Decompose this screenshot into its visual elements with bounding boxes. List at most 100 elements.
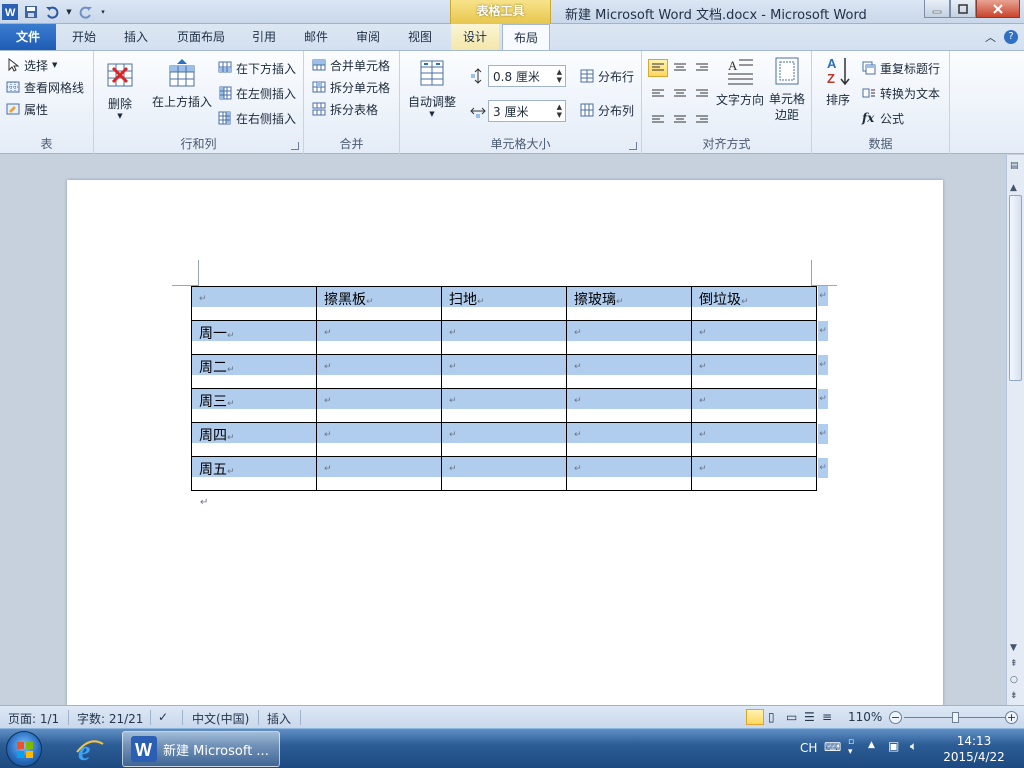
column-width-input[interactable]: 3 厘米 ▲ ▼: [488, 100, 566, 122]
network-icon[interactable]: ▣: [888, 739, 899, 753]
align-middle-left-icon[interactable]: [648, 84, 668, 102]
taskbar-word-button[interactable]: W 新建 Microsoft ...: [122, 731, 280, 767]
redo-icon[interactable]: [78, 4, 94, 20]
show-hidden-icons-icon[interactable]: ▲: [868, 740, 875, 750]
insert-mode-status[interactable]: 插入: [267, 710, 291, 727]
table-cell[interactable]: ↵: [316, 422, 442, 457]
start-button[interactable]: [6, 731, 42, 767]
table-cell[interactable]: ↵: [691, 354, 817, 389]
table-cell[interactable]: 周一↵: [191, 320, 317, 355]
align-top-right-icon[interactable]: [692, 59, 712, 77]
table-cell[interactable]: 倒垃圾↵: [691, 286, 817, 321]
align-bottom-center-icon[interactable]: [670, 109, 690, 127]
align-top-center-icon[interactable]: [670, 59, 690, 77]
table-cell[interactable]: 周三↵: [191, 388, 317, 423]
table-cell[interactable]: ↵: [316, 320, 442, 355]
minimize-ribbon-icon[interactable]: ︿: [985, 29, 996, 45]
word-app-icon[interactable]: W: [2, 4, 18, 20]
customize-qat-icon[interactable]: ▾: [99, 4, 107, 20]
next-page-icon[interactable]: ⇟: [1010, 691, 1018, 701]
minimize-button[interactable]: [924, 0, 950, 18]
save-icon[interactable]: [23, 4, 39, 20]
maximize-button[interactable]: [950, 0, 976, 18]
table-cell[interactable]: ↵: [566, 456, 692, 491]
table-cell[interactable]: 擦玻璃↵: [566, 286, 692, 321]
page-count[interactable]: 页面: 1/1: [8, 710, 59, 727]
table-cell[interactable]: ↵: [441, 388, 567, 423]
select-button[interactable]: 选择 ▼: [6, 55, 57, 75]
table-cell[interactable]: ↵: [316, 354, 442, 389]
table-cell[interactable]: ↵: [316, 388, 442, 423]
scroll-thumb[interactable]: [1009, 195, 1022, 381]
view-gridlines-button[interactable]: 查看网格线: [6, 77, 84, 97]
insert-left-button[interactable]: 在左侧插入: [218, 83, 296, 103]
language-status[interactable]: 中文(中国): [192, 710, 249, 727]
document-page[interactable]: ↵ 擦黑板↵ 扫地↵ 擦玻璃↵ 倒垃圾↵ 周一↵ ↵ ↵ ↵ ↵ 周二↵ ↵ ↵…: [67, 180, 943, 720]
close-button[interactable]: [976, 0, 1020, 18]
table-cell[interactable]: ↵: [566, 388, 692, 423]
distribute-columns-button[interactable]: 分布列: [580, 100, 634, 120]
table-cell[interactable]: ↵: [441, 320, 567, 355]
zoom-out-icon[interactable]: −: [889, 711, 902, 724]
internet-explorer-icon[interactable]: e: [70, 731, 110, 767]
table-cell[interactable]: ↵: [566, 354, 692, 389]
scroll-down-arrow-icon[interactable]: ▼: [1010, 643, 1017, 653]
undo-dropdown-icon[interactable]: ▼: [65, 4, 73, 20]
split-cells-button[interactable]: 拆分单元格: [312, 77, 390, 97]
keyboard-icon[interactable]: ⌨: [824, 740, 841, 754]
table-cell[interactable]: 周五↵: [191, 456, 317, 491]
table-cell[interactable]: ↵: [441, 456, 567, 491]
browse-object-icon[interactable]: ○: [1010, 675, 1018, 685]
proofing-icon[interactable]: ✓: [158, 710, 168, 724]
duty-table[interactable]: ↵ 擦黑板↵ 扫地↵ 擦玻璃↵ 倒垃圾↵ 周一↵ ↵ ↵ ↵ ↵ 周二↵ ↵ ↵…: [191, 286, 817, 491]
distribute-rows-button[interactable]: 分布行: [580, 66, 634, 86]
dialog-launcher-icon[interactable]: [291, 142, 299, 150]
table-cell[interactable]: ↵: [566, 320, 692, 355]
tab-references[interactable]: 引用: [240, 24, 288, 50]
tab-table-design[interactable]: 设计: [451, 24, 499, 50]
table-cell[interactable]: ↵: [566, 422, 692, 457]
properties-button[interactable]: 属性: [6, 99, 48, 119]
help-icon[interactable]: ?: [1004, 30, 1018, 44]
delete-button[interactable]: 删除 ▼: [102, 59, 138, 120]
text-direction-button[interactable]: A 文字方向: [714, 55, 766, 108]
dialog-launcher-icon[interactable]: [629, 142, 637, 150]
scroll-up-arrow-icon[interactable]: ▲: [1010, 183, 1017, 193]
formula-button[interactable]: fx 公式: [862, 108, 904, 128]
draft-view-icon[interactable]: ≡: [822, 710, 832, 724]
merge-cells-button[interactable]: 合并单元格: [312, 55, 390, 75]
sort-button[interactable]: AZ 排序: [818, 55, 858, 108]
print-layout-view-icon[interactable]: [746, 709, 764, 725]
insert-right-button[interactable]: 在右侧插入: [218, 108, 296, 128]
row-height-input[interactable]: 0.8 厘米 ▲ ▼: [488, 65, 566, 87]
previous-page-icon[interactable]: ⇞: [1010, 659, 1018, 669]
table-cell[interactable]: 擦黑板↵: [316, 286, 442, 321]
zoom-level[interactable]: 110%: [848, 710, 882, 724]
zoom-slider-thumb[interactable]: [952, 712, 959, 723]
cell-margins-button[interactable]: 单元格边距: [766, 55, 808, 123]
convert-to-text-button[interactable]: 转换为文本: [862, 83, 940, 103]
table-cell[interactable]: ↵: [691, 422, 817, 457]
insert-above-button[interactable]: 在上方插入: [150, 53, 214, 110]
ruler-toggle-icon[interactable]: ▤: [1010, 161, 1019, 171]
tab-page-layout[interactable]: 页面布局: [168, 24, 234, 50]
table-cell[interactable]: ↵: [441, 354, 567, 389]
table-cell[interactable]: ↵: [691, 456, 817, 491]
outline-view-icon[interactable]: ☰: [804, 710, 815, 724]
tab-table-layout[interactable]: 布局: [502, 24, 550, 51]
tab-review[interactable]: 审阅: [344, 24, 392, 50]
ime-options-icon[interactable]: ▫ ▾: [848, 737, 854, 757]
undo-icon[interactable]: [44, 4, 60, 20]
ime-indicator[interactable]: CH: [800, 741, 817, 755]
table-cell[interactable]: 周四↵: [191, 422, 317, 457]
split-table-button[interactable]: 拆分表格: [312, 99, 378, 119]
table-cell[interactable]: ↵: [691, 388, 817, 423]
table-cell[interactable]: 扫地↵: [441, 286, 567, 321]
table-cell[interactable]: ↵: [441, 422, 567, 457]
tab-insert[interactable]: 插入: [112, 24, 160, 50]
web-layout-icon[interactable]: ▭: [786, 710, 797, 724]
align-bottom-left-icon[interactable]: [648, 109, 668, 127]
tab-mailings[interactable]: 邮件: [292, 24, 340, 50]
tab-file[interactable]: 文件: [0, 24, 56, 50]
table-cell[interactable]: ↵: [691, 320, 817, 355]
